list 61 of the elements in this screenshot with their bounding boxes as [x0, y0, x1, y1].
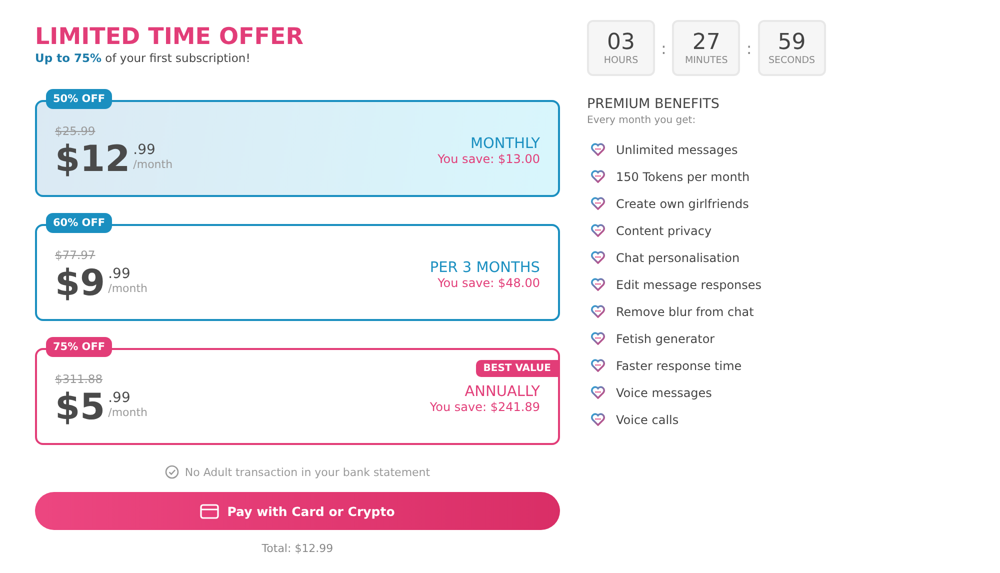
benefit-text: 150 Tokens per month [616, 170, 750, 184]
benefit-text: Edit message responses [616, 278, 762, 292]
timer-separator: : [746, 38, 752, 58]
timer-label: MINUTES [684, 54, 728, 66]
total-text: Total: $12.99 [260, 542, 334, 555]
price-cents: .99 [108, 266, 132, 282]
offer-subtitle: Up to 75% of your first subscription! [35, 51, 252, 65]
credit-card-icon [200, 504, 220, 518]
benefit-text: Voice messages [616, 386, 712, 400]
price-cents: .99 [133, 142, 156, 158]
benefits-title: PREMIUM BENEFITS [587, 96, 720, 112]
check-circle-icon [164, 465, 179, 479]
timer-label: SECONDS [768, 54, 816, 66]
benefit-text: Create own girlfriends [616, 196, 749, 210]
benefit-text: Chat personalisation [616, 250, 740, 264]
timer-separator: : [661, 38, 666, 58]
heart-chat-icon [591, 386, 605, 399]
benefit-text: Unlimited messages [616, 142, 738, 156]
old-price: $311.88 [55, 372, 104, 386]
heart-chat-icon [591, 251, 605, 264]
heart-chat-icon [591, 143, 605, 156]
timer-label: HOURS [604, 54, 638, 66]
timer-value: 27 [692, 30, 720, 54]
offer-title: LIMITED TIME OFFER [35, 24, 304, 50]
plan-period: PER 3 MONTHS [430, 260, 540, 276]
price-cents: .99 [108, 390, 132, 406]
heart-chat-icon [591, 197, 605, 210]
heart-chat-icon [591, 332, 605, 345]
heart-chat-icon [591, 278, 605, 291]
benefits-subtitle: Every month you get: [587, 115, 697, 126]
timer-value: 03 [607, 30, 635, 54]
price: $9 [55, 264, 106, 304]
heart-chat-icon [591, 359, 605, 372]
benefit-text: Voice calls [616, 412, 679, 426]
benefit-text: Remove blur from chat [616, 304, 754, 318]
savings-text: You save: $241.89 [430, 400, 540, 414]
plan-period: MONTHLY [470, 136, 540, 152]
price-unit: /month [108, 406, 148, 419]
plan-period: ANNUALLY [464, 384, 540, 400]
old-price: $77.97 [55, 248, 96, 262]
savings-text: You save: $48.00 [438, 276, 540, 290]
notice-text: No Adult transaction in your bank statement [184, 466, 430, 478]
benefit-text: Fetish generator [616, 332, 715, 346]
discount-badge: 75% OFF [46, 337, 112, 357]
heart-chat-icon [591, 305, 605, 318]
price: $12 [55, 140, 130, 180]
best-value-tag: BEST VALUE [476, 360, 558, 377]
price: $5 [55, 388, 106, 428]
benefit-text: Content privacy [616, 224, 712, 238]
heart-chat-icon [591, 413, 605, 426]
discount-badge: 50% OFF [46, 89, 112, 109]
discount-badge: 60% OFF [46, 213, 112, 233]
pay-button[interactable]: Pay with Card or Crypto [35, 492, 560, 530]
heart-chat-icon [591, 170, 605, 183]
benefit-text: Faster response time [616, 358, 742, 372]
savings-text: You save: $13.00 [438, 152, 540, 166]
old-price: $25.99 [55, 124, 96, 138]
price-unit: /month [133, 158, 173, 171]
heart-chat-icon [591, 224, 605, 237]
price-unit: /month [108, 282, 148, 295]
timer-value: 59 [778, 30, 806, 54]
